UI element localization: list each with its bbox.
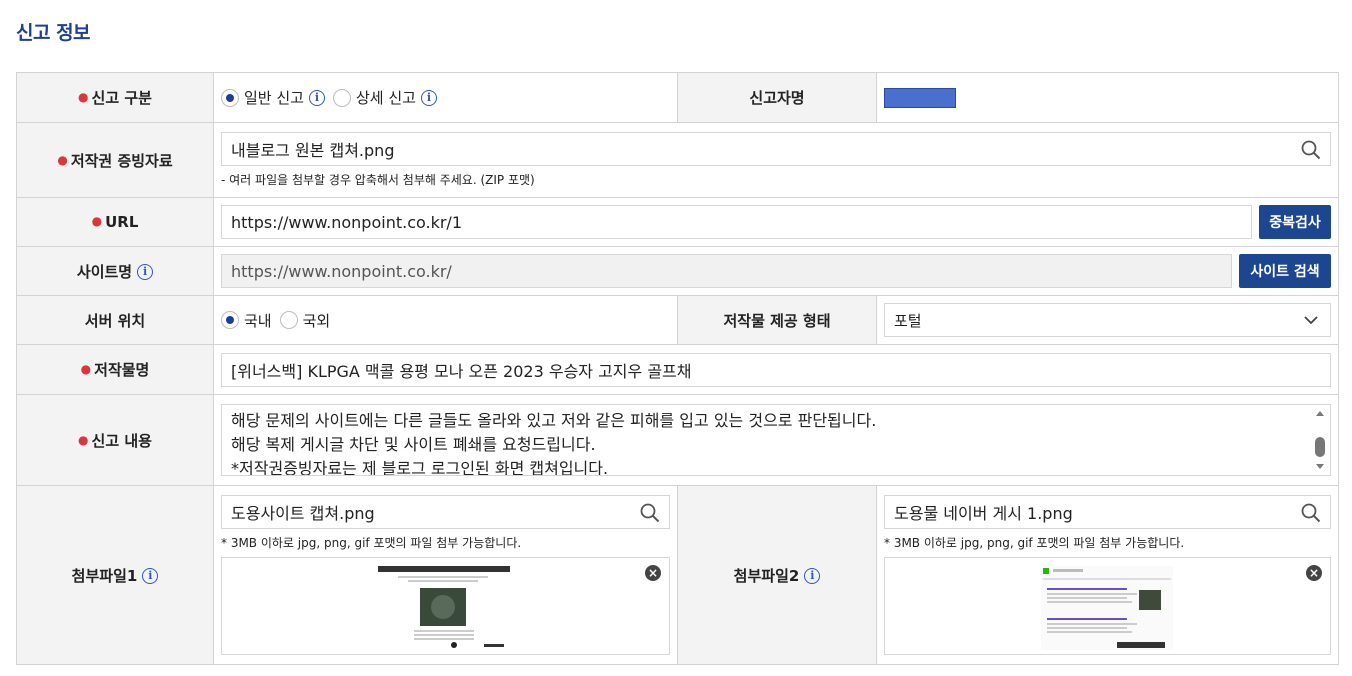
search-icon[interactable] <box>1301 140 1321 160</box>
radio-button-selected[interactable] <box>221 88 239 107</box>
info-icon[interactable]: i <box>420 89 437 106</box>
work-title-value: [위너스백] KLPGA 맥콜 용평 모나 오픈 2023 우승자 고지우 골프… <box>231 361 692 381</box>
attachment1-hint: * 3MB 이하로 jpg, png, gif 포맷의 파일 첨부 가능합니다. <box>221 536 522 550</box>
required-mark: ● <box>91 214 103 228</box>
report-content-line: *저작권증빙자료는 제 블로그 로그인된 화면 캡쳐입니다. <box>231 459 609 476</box>
radio-overseas[interactable]: 국외 <box>279 310 331 331</box>
provision-type-field: 포털 <box>876 295 1339 345</box>
radio-button[interactable] <box>332 88 351 107</box>
attachment1-thumbnail <box>378 566 510 648</box>
duplicate-check-button[interactable]: 중복검사 <box>1259 205 1331 239</box>
site-name-label: 사이트명 <box>76 262 133 281</box>
reporter-name-redacted <box>884 87 956 108</box>
radio-overseas-label: 국외 <box>302 311 331 330</box>
site-name-label-cell: 사이트명 i <box>16 246 214 296</box>
remove-attachment1-icon[interactable]: × <box>645 565 661 581</box>
work-title-label: 저작물명 <box>94 361 150 379</box>
url-field: https://www.nonpoint.co.kr/1 중복검사 <box>213 197 1339 247</box>
radio-general-label: 일반 신고 <box>244 89 304 107</box>
site-name-value: https://www.nonpoint.co.kr/ <box>231 261 452 281</box>
attachment1-field: 도용사이트 캡쳐.png * 3MB 이하로 jpg, png, gif 포맷의… <box>213 485 678 665</box>
info-icon[interactable]: i <box>142 568 159 584</box>
url-value: https://www.nonpoint.co.kr/1 <box>231 212 462 232</box>
radio-detailed-report[interactable]: 상세 신고 i <box>332 87 437 108</box>
remove-attachment2-icon[interactable]: × <box>1306 565 1322 581</box>
work-title-field: [위너스백] KLPGA 맥콜 용평 모나 오픈 2023 우승자 고지우 골프… <box>213 344 1339 395</box>
radio-general-report[interactable]: 일반 신고 i <box>221 87 325 108</box>
report-content-field: 해당 문제의 사이트에는 다른 글들도 올라와 있고 저와 같은 피해를 입고 … <box>213 394 1339 486</box>
search-icon[interactable] <box>1301 503 1321 523</box>
report-content-label: 신고 내용 <box>91 431 152 450</box>
radio-detailed-label: 상세 신고 <box>355 89 416 107</box>
attachment1-file-value: 도용사이트 캡쳐.png <box>231 504 375 523</box>
attachment2-label: 첨부파일2 <box>733 566 800 585</box>
attachment1-preview: × <box>221 557 670 655</box>
attachment2-file-input[interactable]: 도용물 네이버 게시 1.png <box>884 495 1331 529</box>
attachment1-file-input[interactable]: 도용사이트 캡쳐.png <box>221 495 670 529</box>
radio-button[interactable] <box>279 311 298 329</box>
attachment2-field: 도용물 네이버 게시 1.png * 3MB 이하로 jpg, png, gif… <box>876 485 1339 665</box>
attachment2-preview: × <box>884 557 1331 655</box>
report-type-field: 일반 신고 i 상세 신고 i <box>213 72 678 123</box>
report-content-line: 해당 문제의 사이트에는 다른 글들도 올라와 있고 저와 같은 피해를 입고 … <box>231 411 877 430</box>
provision-type-value: 포털 <box>894 311 922 330</box>
attachment1-label: 첨부파일1 <box>71 566 138 585</box>
evidence-field: 내블로그 원본 캡쳐.png - 여러 파일을 첨부할 경우 압축해서 첨부해 … <box>213 122 1339 198</box>
scroll-down-arrow[interactable] <box>1316 464 1324 469</box>
report-content-textarea[interactable]: 해당 문제의 사이트에는 다른 글들도 올라와 있고 저와 같은 피해를 입고 … <box>221 404 1331 476</box>
reporter-label: 신고자명 <box>677 72 877 123</box>
radio-button-selected[interactable] <box>221 311 239 329</box>
report-type-label-cell: ● 신고 구분 <box>16 72 214 123</box>
work-title-input[interactable]: [위너스백] KLPGA 맥콜 용평 모나 오픈 2023 우승자 고지우 골프… <box>221 352 1331 387</box>
required-mark: ● <box>78 90 89 104</box>
report-content-label-cell: ● 신고 내용 <box>16 394 214 486</box>
report-form: ● 신고 구분 일반 신고 i 상세 신고 i 신고자명 ● 저작권 증빙자료 … <box>16 72 1339 665</box>
provision-type-label: 저작물 제공 형태 <box>677 295 877 345</box>
site-name-input: https://www.nonpoint.co.kr/ <box>221 254 1232 288</box>
search-icon[interactable] <box>640 503 660 523</box>
attachment2-thumbnail <box>1041 566 1173 650</box>
required-mark: ● <box>80 362 92 376</box>
info-icon[interactable]: i <box>137 264 154 280</box>
info-icon[interactable]: i <box>308 89 325 106</box>
evidence-file-input[interactable]: 내블로그 원본 캡쳐.png <box>221 132 1331 166</box>
reporter-field <box>876 72 1339 123</box>
attachment2-label-cell: 첨부파일2 i <box>677 485 877 665</box>
radio-domestic-label: 국내 <box>244 311 272 330</box>
scroll-up-arrow[interactable] <box>1316 411 1324 416</box>
evidence-label: 저작권 증빙자료 <box>70 151 173 170</box>
chevron-down-icon <box>1304 316 1318 325</box>
info-icon[interactable]: i <box>804 568 821 584</box>
provision-type-select[interactable]: 포털 <box>884 303 1331 337</box>
report-type-label: 신고 구분 <box>91 89 152 107</box>
report-content-line: 해당 복제 게시글 차단 및 사이트 폐쇄를 요청드립니다. <box>231 435 596 454</box>
site-name-field: https://www.nonpoint.co.kr/ 사이트 검색 <box>213 246 1339 296</box>
work-title-label-cell: ● 저작물명 <box>16 344 214 395</box>
evidence-hint: - 여러 파일을 첨부할 경우 압축해서 첨부해 주세요. (ZIP 포맷) <box>221 173 535 187</box>
evidence-file-value: 내블로그 원본 캡쳐.png <box>231 141 395 160</box>
required-mark: ● <box>78 432 89 447</box>
evidence-label-cell: ● 저작권 증빙자료 <box>16 122 214 198</box>
site-search-button[interactable]: 사이트 검색 <box>1239 254 1331 288</box>
attachment2-hint: * 3MB 이하로 jpg, png, gif 포맷의 파일 첨부 가능합니다. <box>884 536 1185 550</box>
url-label: URL <box>105 213 139 231</box>
textarea-scrollbar[interactable] <box>1312 407 1328 473</box>
url-label-cell: ● URL <box>16 197 214 247</box>
url-input[interactable]: https://www.nonpoint.co.kr/1 <box>221 205 1252 239</box>
scroll-thumb[interactable] <box>1315 437 1325 457</box>
attachment2-file-value: 도용물 네이버 게시 1.png <box>894 504 1073 523</box>
server-location-label: 서버 위치 <box>16 295 214 345</box>
radio-domestic[interactable]: 국내 <box>221 310 272 331</box>
attachment1-label-cell: 첨부파일1 i <box>16 485 214 665</box>
required-mark: ● <box>57 152 68 167</box>
section-title: 신고 정보 <box>16 22 91 44</box>
server-location-field: 국내 국외 <box>213 295 678 345</box>
